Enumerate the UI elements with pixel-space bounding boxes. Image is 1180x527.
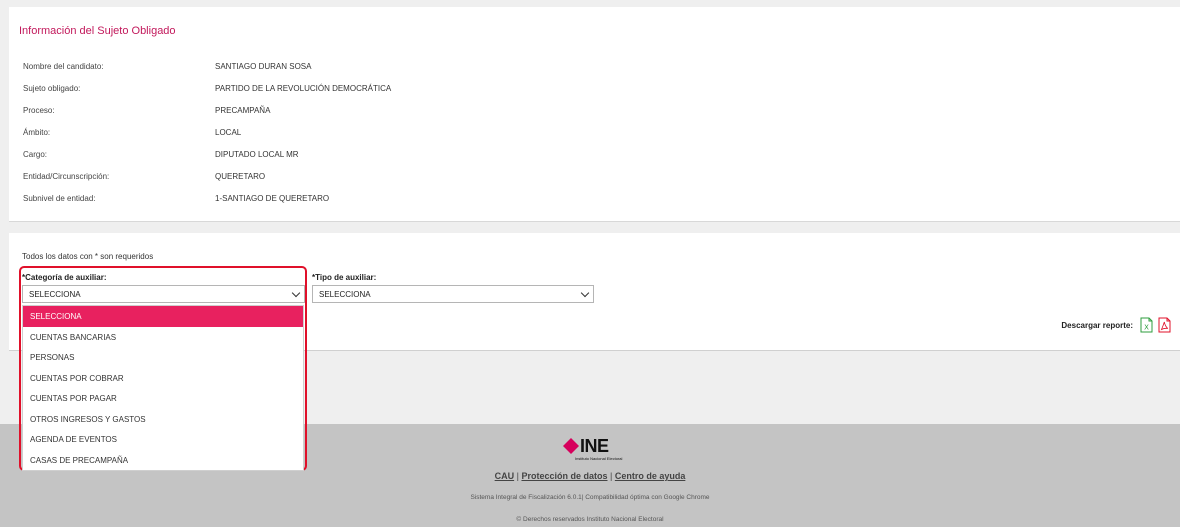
tipo-label-text: Tipo de auxiliar: [315,273,377,282]
info-label: Subnivel de entidad: [23,194,96,203]
info-label: Nombre del candidato: [23,62,104,71]
help-center-link[interactable]: Centro de ayuda [615,471,686,481]
info-label: Proceso: [23,106,55,115]
info-label: Ámbito: [23,128,51,137]
dropdown-option-agenda-eventos[interactable]: AGENDA DE EVENTOS [23,429,303,450]
chevron-down-icon [580,288,590,298]
svg-text:X: X [1144,324,1149,332]
copyright-line: © Derechos reservados Instituto Nacional… [516,516,664,523]
pdf-file-icon[interactable] [1158,317,1171,333]
system-version-line: Sistema Integral de Fiscalización 6.0.1|… [470,494,710,501]
info-row-candidate: Nombre del candidato: SANTIAGO DURAN SOS… [23,62,623,74]
info-row-entity: Entidad/Circunscripción: QUERETARO [23,172,623,184]
tipo-select[interactable]: SELECCIONA [312,285,594,303]
info-label: Sujeto obligado: [23,84,81,93]
info-row-process: Proceso: PRECAMPAÑA [23,106,623,118]
info-value: SANTIAGO DURAN SOSA [215,62,312,71]
tipo-label: *Tipo de auxiliar: [312,273,376,282]
info-value: LOCAL [215,128,242,137]
privacy-link[interactable]: Protección de datos [521,471,607,481]
ine-logo: INE Instituto Nacional Electoral [563,436,643,462]
info-label: Entidad/Circunscripción: [23,172,110,181]
cau-link[interactable]: CAU [495,471,515,481]
info-value: PRECAMPAÑA [215,106,271,115]
info-label: Cargo: [23,150,48,159]
dropdown-option-selecciona[interactable]: SELECCIONA [23,306,303,327]
download-report-label: Descargar reporte: [1061,320,1133,330]
tipo-select-value: SELECCIONA [319,290,371,299]
info-value: PARTIDO DE LA REVOLUCIÓN DEMOCRÁTICA [215,84,392,93]
dropdown-option-personas[interactable]: PERSONAS [23,347,303,368]
download-report: Descargar reporte: X [1061,315,1171,335]
info-panel-title: Información del Sujeto Obligado [19,25,176,37]
info-row-scope: Ámbito: LOCAL [23,128,623,140]
dropdown-option-otros-ingresos-gastos[interactable]: OTROS INGRESOS Y GASTOS [23,408,303,429]
info-value: QUERETARO [215,172,266,181]
info-value: DIPUTADO LOCAL MR [215,150,299,159]
dropdown-option-cuentas-por-pagar[interactable]: CUENTAS POR PAGAR [23,388,303,409]
info-value: 1-SANTIAGO DE QUERETARO [215,194,330,203]
diamond-icon [563,438,579,454]
categoria-dropdown-list: SELECCIONA CUENTAS BANCARIAS PERSONAS CU… [22,305,304,471]
logo-word: INE [580,436,609,456]
dropdown-option-casas-precampana[interactable]: CASAS DE PRECAMPAÑA [23,449,303,470]
required-note: Todos los datos con * son requeridos [22,252,154,261]
info-row-subject: Sujeto obligado: PARTIDO DE LA REVOLUCIÓ… [23,84,623,96]
info-row-position: Cargo: DIPUTADO LOCAL MR [23,150,623,162]
logo-subtitle: Instituto Nacional Electoral [575,456,623,461]
dropdown-option-cuentas-por-cobrar[interactable]: CUENTAS POR COBRAR [23,367,303,388]
footer-links: CAU | Protección de datos | Centro de ay… [0,471,1180,481]
subject-info-panel: Información del Sujeto Obligado Nombre d… [9,7,1180,222]
dropdown-option-cuentas-bancarias[interactable]: CUENTAS BANCARIAS [23,326,303,347]
info-row-subentity: Subnivel de entidad: 1-SANTIAGO DE QUERE… [23,194,623,206]
link-separator: | [607,471,615,481]
excel-file-icon[interactable]: X [1140,317,1153,333]
